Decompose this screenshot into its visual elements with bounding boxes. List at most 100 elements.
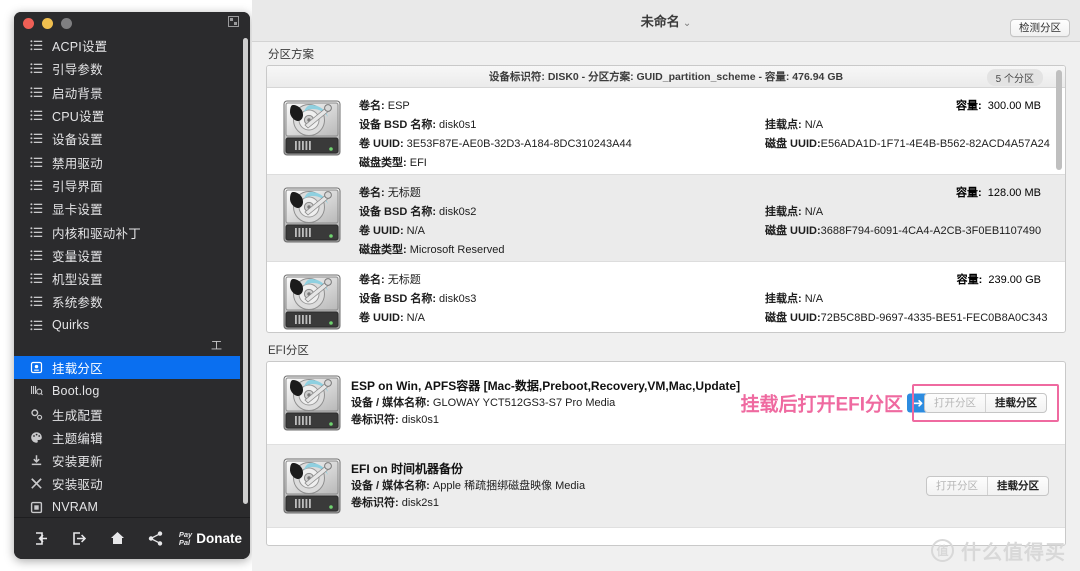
home-icon[interactable] — [98, 524, 136, 554]
zoom-icon[interactable] — [61, 18, 72, 29]
opencore-config-window: ACPI设置引导参数启动背景 CPU设置设备设置 禁用驱动 引导界面显卡设置内核和驱动… — [14, 12, 250, 559]
sidebar-item-label: Quirks — [52, 318, 90, 333]
mount-partition-button[interactable]: 挂载分区 — [985, 394, 1046, 412]
main-titlebar: 未命名 ⌄ 检测分区 — [252, 0, 1080, 42]
sidebar-item-10[interactable]: 机型设置 — [14, 267, 240, 290]
sidebar-tool-4[interactable]: 安装更新 — [14, 449, 240, 472]
partition-scheme-label: 分区方案 — [268, 49, 314, 61]
partition-details: 卷名: ESP 设备 BSD 名称: disk0s1 卷 UUID: 3E53F87… — [359, 97, 1053, 169]
partition-row[interactable]: 卷名: 无标题 设备 BSD 名称: disk0s2 卷 UUID: N/A 磁盘类型… — [267, 175, 1065, 262]
sidebar-item-11[interactable]: 系统参数 — [14, 290, 240, 313]
app-root: ACPI设置引导参数启动背景 CPU设置设备设置 禁用驱动 引导界面显卡设置内核和驱动… — [0, 0, 1080, 571]
efi-identifier-line: 卷标识符: disk2s1 — [351, 497, 440, 509]
bsd-name-line: 设备 BSD 名称: disk0s1 — [359, 119, 477, 131]
close-icon[interactable] — [23, 18, 34, 29]
paypal-logo: Pay Pal — [178, 529, 193, 547]
efi-rows: ESP on Win, APFS容器 [Mac-数据,Preboot,Recov… — [267, 362, 1065, 528]
sidebar-scrollbar[interactable] — [243, 38, 248, 504]
sidebar-item-label: 启动背景 — [52, 86, 103, 101]
list-icon — [28, 39, 45, 52]
chevron-down-icon[interactable]: ⌄ — [683, 18, 691, 29]
import-icon[interactable] — [22, 524, 60, 554]
sidebar-item-5[interactable]: 禁用驱动 — [14, 150, 240, 173]
volume-uuid-line: 卷 UUID: N/A — [359, 225, 426, 237]
mount-partition-pane: 未命名 ⌄ 检测分区 分区方案 设备标识符: DISK0 - 分区方案: GUID… — [252, 0, 1080, 571]
efi-partition-panel: ESP on Win, APFS容器 [Mac-数据,Preboot,Recov… — [266, 361, 1066, 546]
sidebar-item-6[interactable]: 引导界面 — [14, 174, 240, 197]
sidebar-item-7[interactable]: 显卡设置 — [14, 197, 240, 220]
disk-uuid-line: 磁盘 UUID:E56ADA1D-1F71-4E4B-B562-82ACD4A5… — [765, 138, 1050, 150]
hard-drive-icon — [281, 455, 341, 517]
sidebar-tool-2[interactable]: 生成配置 — [14, 402, 240, 425]
list-icon — [28, 272, 45, 285]
mount-point-line: 挂载点: N/A — [765, 119, 824, 131]
sidebar-item-3[interactable]: CPU设置 — [14, 104, 240, 127]
config-icon[interactable] — [227, 16, 240, 29]
sidebar-item-1[interactable]: 引导参数 — [14, 57, 240, 80]
mount-partition-button[interactable]: 挂载分区 — [987, 477, 1048, 495]
sidebar-item-8[interactable]: 内核和驱动补丁 — [14, 220, 240, 243]
sidebar-item-label: 机型设置 — [52, 273, 103, 288]
open-partition-button[interactable]: 打开分区 — [925, 394, 985, 412]
sidebar-item-label: NVRAM — [52, 500, 99, 515]
list-icon — [28, 226, 45, 239]
sidebar-nav[interactable]: ACPI设置引导参数启动背景 CPU设置设备设置 禁用驱动 引导界面显卡设置内核和驱动… — [14, 34, 240, 517]
wrench-icon — [28, 477, 45, 490]
sidebar-tool-5[interactable]: 安装驱动 — [14, 472, 240, 495]
sidebar-item-label: 挂载分区 — [52, 362, 103, 376]
sidebar-item-label: 显卡设置 — [52, 203, 103, 218]
partition-list-scrollbar[interactable] — [1056, 70, 1062, 170]
sidebar-config-list: ACPI设置引导参数启动背景 CPU设置设备设置 禁用驱动 引导界面显卡设置内核和驱动… — [14, 34, 240, 337]
sidebar-tools-list: 挂载分区Boot.log生成配置主题编辑安装更新安装驱动NVRAM16进制转换器 — [14, 355, 240, 517]
efi-action-wrap: 打开分区 挂载分区 — [926, 476, 1049, 496]
document-title[interactable]: 未命名 ⌄ — [252, 11, 1080, 30]
capacity-line: 容量: 128.00 MB — [956, 187, 1041, 199]
share-icon[interactable] — [137, 524, 175, 554]
disk-type-line: 磁盘类型: Microsoft Reserved — [359, 244, 505, 256]
partition-left-column: 卷名: 无标题 设备 BSD 名称: disk0s2 卷 UUID: N/A 磁盘类型… — [359, 184, 504, 260]
sidebar-tool-0[interactable]: 挂载分区 — [14, 355, 240, 380]
efi-partition-row[interactable]: ESP on Win, APFS容器 [Mac-数据,Preboot,Recov… — [267, 362, 1065, 445]
minimize-icon[interactable] — [42, 18, 53, 29]
sidebar-item-0[interactable]: ACPI设置 — [14, 34, 240, 57]
capacity-line: 容量: 239.00 GB — [956, 274, 1041, 286]
disk-uuid-line: 磁盘 UUID:72B5C8BD-9697-4335-BE51-FEC0B8A0… — [765, 312, 1048, 324]
sidebar-item-label: 生成配置 — [52, 408, 103, 423]
sidebar-item-label: 系统参数 — [52, 296, 103, 311]
detect-partitions-button[interactable]: 检测分区 — [1010, 19, 1070, 37]
partition-row[interactable]: 卷名: 无标题 设备 BSD 名称: disk0s3 卷 UUID: N/A 挂载点:… — [267, 262, 1065, 332]
partition-row[interactable]: 卷名: ESP 设备 BSD 名称: disk0s1 卷 UUID: 3E53F87… — [267, 88, 1065, 175]
sidebar-item-2[interactable]: 启动背景 — [14, 81, 240, 104]
export-icon[interactable] — [60, 524, 98, 554]
sidebar-item-12[interactable]: Quirks — [14, 314, 240, 337]
sidebar-item-4[interactable]: 设备设置 — [14, 127, 240, 150]
sidebar-item-label: ACPI设置 — [52, 40, 108, 55]
list-icon — [28, 179, 45, 192]
annotation-highlight-box: 打开分区 挂载分区 — [912, 384, 1059, 422]
bsd-name-line: 设备 BSD 名称: disk0s2 — [359, 206, 477, 218]
open-partition-button[interactable]: 打开分区 — [927, 477, 987, 495]
list-icon — [28, 156, 45, 169]
capacity-line: 容量: 300.00 MB — [956, 100, 1041, 112]
list-icon — [28, 319, 45, 332]
traffic-lights — [23, 18, 72, 29]
partition-details: 卷名: 无标题 设备 BSD 名称: disk0s2 卷 UUID: N/A 磁盘类型… — [359, 184, 1053, 256]
sidebar-tool-6[interactable]: NVRAM — [14, 496, 240, 517]
donate-button[interactable]: Pay Pal Donate — [178, 529, 242, 547]
volume-name-line: 卷名: ESP — [359, 100, 410, 112]
sidebar-item-label: CPU设置 — [52, 110, 105, 125]
window-bottom-toolbar: Pay Pal Donate — [14, 517, 250, 559]
sidebar-item-label: 安装更新 — [52, 455, 103, 470]
sidebar-tool-1[interactable]: Boot.log — [14, 379, 240, 402]
sidebar-item-9[interactable]: 变量设置 — [14, 244, 240, 267]
sidebar-tool-3[interactable]: 主题编辑 — [14, 426, 240, 449]
disk-type-line: 磁盘类型: EFI — [359, 157, 427, 169]
partition-right-column: 挂载点: N/A 磁盘 UUID:3688F794-6091-4CA4-A2CB-… — [765, 203, 1041, 241]
hard-drive-icon — [281, 184, 347, 252]
sidebar-item-label: 内核和驱动补丁 — [52, 226, 141, 241]
partition-list-header-text: 设备标识符: DISK0 - 分区方案: GUID_partition_sche… — [488, 71, 844, 83]
efi-action-buttons: 打开分区 挂载分区 — [924, 393, 1047, 413]
hard-drive-icon — [281, 271, 347, 332]
efi-partition-row[interactable]: EFI on 时间机器备份 设备 / 媒体名称: Apple 稀疏捆绑磁盘映像 M… — [267, 445, 1065, 528]
list-icon — [28, 132, 45, 145]
